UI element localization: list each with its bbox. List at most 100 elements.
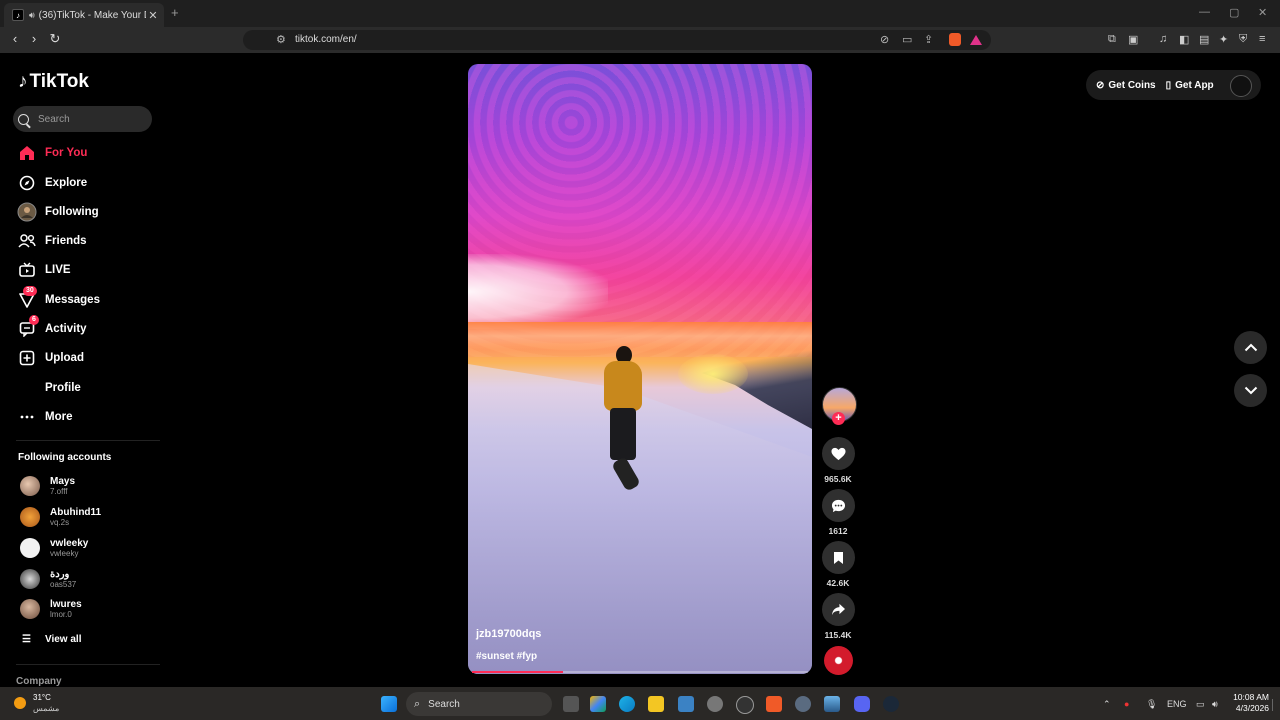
obs-icon[interactable] — [736, 696, 754, 714]
tray-overflow-chevron-icon[interactable]: ⌃ — [1103, 699, 1111, 710]
taskbar-search[interactable]: ⌕ Search — [406, 692, 552, 716]
nav-upload[interactable]: Upload — [17, 347, 84, 369]
volume-icon[interactable]: 🔊︎ — [1212, 699, 1218, 710]
clock-time: 10:08 AM — [1233, 692, 1269, 702]
minimize-icon[interactable]: — — [1199, 6, 1210, 18]
following-account[interactable]: وردة oas537 — [20, 569, 76, 589]
site-settings-icon[interactable]: ⚙ — [276, 33, 286, 46]
edge-browser-icon[interactable] — [619, 696, 635, 712]
taskbar-clock[interactable]: 10:08 AM 4/3/2026 — [1233, 692, 1269, 714]
extensions-icon[interactable]: ⧉ — [1108, 33, 1116, 46]
following-account[interactable]: vwleeky vwleeky — [20, 538, 88, 558]
screenshot-icon[interactable]: ▣ — [1128, 33, 1138, 46]
microphone-icon[interactable]: 🎙︎ — [1146, 699, 1157, 710]
chevron-up-icon — [1244, 343, 1257, 352]
app-icon[interactable] — [795, 696, 811, 712]
user-avatar[interactable] — [1230, 75, 1252, 97]
share-arrow-icon — [832, 603, 845, 616]
sidebar-toggle-icon[interactable]: ◧ — [1179, 33, 1189, 46]
save-button[interactable] — [822, 541, 855, 574]
search-box[interactable] — [13, 106, 152, 132]
view-all-link[interactable]: ☰ View all — [22, 634, 81, 645]
video-progress-bar[interactable] — [472, 671, 808, 673]
nav-messages[interactable]: 30 Messages — [17, 286, 100, 311]
share-button[interactable] — [822, 593, 855, 626]
close-tab-icon[interactable]: ✕ — [146, 9, 160, 22]
sun-weather-icon[interactable] — [14, 697, 26, 709]
account-name: Abuhind11 — [50, 507, 102, 518]
browser-tab[interactable]: ♪ 🔊︎ (36)TikTok - Make Your Day ✕ — [4, 3, 164, 27]
like-button[interactable] — [822, 437, 855, 470]
comment-button[interactable] — [822, 489, 855, 522]
no-tracking-icon[interactable]: ⊘ — [880, 33, 889, 46]
windows-start-icon[interactable] — [381, 696, 397, 712]
get-coins-button[interactable]: ⊘ Get Coins — [1096, 80, 1156, 91]
nav-label: Profile — [45, 382, 81, 394]
get-app-button[interactable]: ▯ Get App — [1166, 80, 1214, 91]
menu-icon[interactable]: ≡ — [1259, 33, 1265, 45]
next-video-button[interactable] — [1234, 374, 1267, 407]
town-lights-glow — [678, 354, 748, 394]
music-disc-icon[interactable] — [824, 646, 853, 675]
leo-ai-icon[interactable]: ✦ — [1219, 33, 1228, 46]
steam-icon[interactable] — [883, 696, 899, 712]
network-icon[interactable]: ▭ — [1196, 699, 1205, 710]
brave-rewards-icon[interactable] — [970, 35, 982, 45]
microsoft-store-icon[interactable] — [678, 696, 694, 712]
previous-video-button[interactable] — [1234, 331, 1267, 364]
nav-profile[interactable]: Profile — [17, 377, 81, 399]
wallet-icon[interactable]: ▤ — [1199, 33, 1209, 46]
company-link[interactable]: Company — [16, 676, 62, 687]
search-input[interactable] — [36, 112, 150, 126]
tiktok-logo[interactable]: ♪ TikTok — [18, 71, 89, 93]
show-desktop-button[interactable] — [1272, 699, 1279, 711]
nav-live[interactable]: LIVE — [17, 259, 71, 281]
new-tab-button[interactable]: + — [171, 5, 179, 20]
forward-icon[interactable]: › — [25, 31, 43, 46]
follow-plus-icon[interactable]: + — [832, 412, 845, 425]
following-accounts-title: Following accounts — [18, 452, 112, 463]
following-avatar-icon — [17, 202, 37, 222]
comment-icon — [831, 499, 846, 512]
following-account[interactable]: Mays 7.offf — [20, 476, 75, 496]
speaker-icon[interactable]: 🔊︎ — [29, 10, 35, 21]
chevron-down-icon — [1244, 386, 1257, 395]
nav-following[interactable]: Following — [17, 201, 99, 223]
upload-icon — [17, 348, 37, 368]
video-player[interactable] — [468, 64, 812, 674]
photos-icon[interactable] — [824, 696, 840, 712]
vpn-shield-icon[interactable]: ⛨ — [1239, 33, 1247, 46]
following-account[interactable]: Abuhind11 vq.2s — [20, 507, 101, 527]
video-username[interactable]: jzb19700dqs — [476, 628, 541, 640]
file-explorer-icon[interactable] — [648, 696, 664, 712]
following-account[interactable]: lwures lmor.0 — [20, 599, 82, 619]
share-icon[interactable]: ⇪ — [924, 33, 933, 46]
tray-app-icon[interactable]: ● — [1124, 699, 1129, 709]
media-icon[interactable]: ♫ — [1159, 33, 1167, 45]
video-hashtags[interactable]: #sunset #fyp — [476, 651, 537, 662]
back-icon[interactable]: ‹ — [6, 31, 24, 46]
nav-for-you[interactable]: For You — [17, 142, 87, 164]
nav-friends[interactable]: Friends — [17, 230, 87, 252]
tab-title: (36)TikTok - Make Your Day — [38, 9, 146, 21]
url-text[interactable]: tiktok.com/en/ — [295, 34, 357, 45]
brave-browser-icon[interactable] — [766, 696, 782, 712]
discord-icon[interactable] — [854, 696, 870, 712]
share-count: 115.4K — [824, 630, 852, 640]
weather-temperature[interactable]: 31°C — [33, 693, 51, 702]
widgets-icon[interactable] — [590, 696, 606, 712]
nav-more[interactable]: More — [17, 406, 72, 428]
tiktok-note-icon: ♪ — [18, 71, 28, 92]
reload-icon[interactable]: ↻ — [46, 31, 64, 47]
nav-explore[interactable]: Explore — [17, 172, 87, 194]
maximize-icon[interactable]: ▢ — [1229, 6, 1239, 19]
close-window-icon[interactable]: ✕ — [1258, 6, 1267, 19]
list-icon: ☰ — [22, 634, 31, 645]
cast-icon[interactable]: ▭ — [902, 33, 912, 46]
nav-label: For You — [45, 147, 88, 159]
settings-gear-icon[interactable] — [707, 696, 723, 712]
nav-activity[interactable]: 6 Activity — [17, 315, 87, 340]
brave-shields-icon[interactable] — [949, 33, 961, 46]
language-indicator[interactable]: ENG — [1167, 699, 1187, 709]
task-view-icon[interactable] — [563, 696, 579, 712]
